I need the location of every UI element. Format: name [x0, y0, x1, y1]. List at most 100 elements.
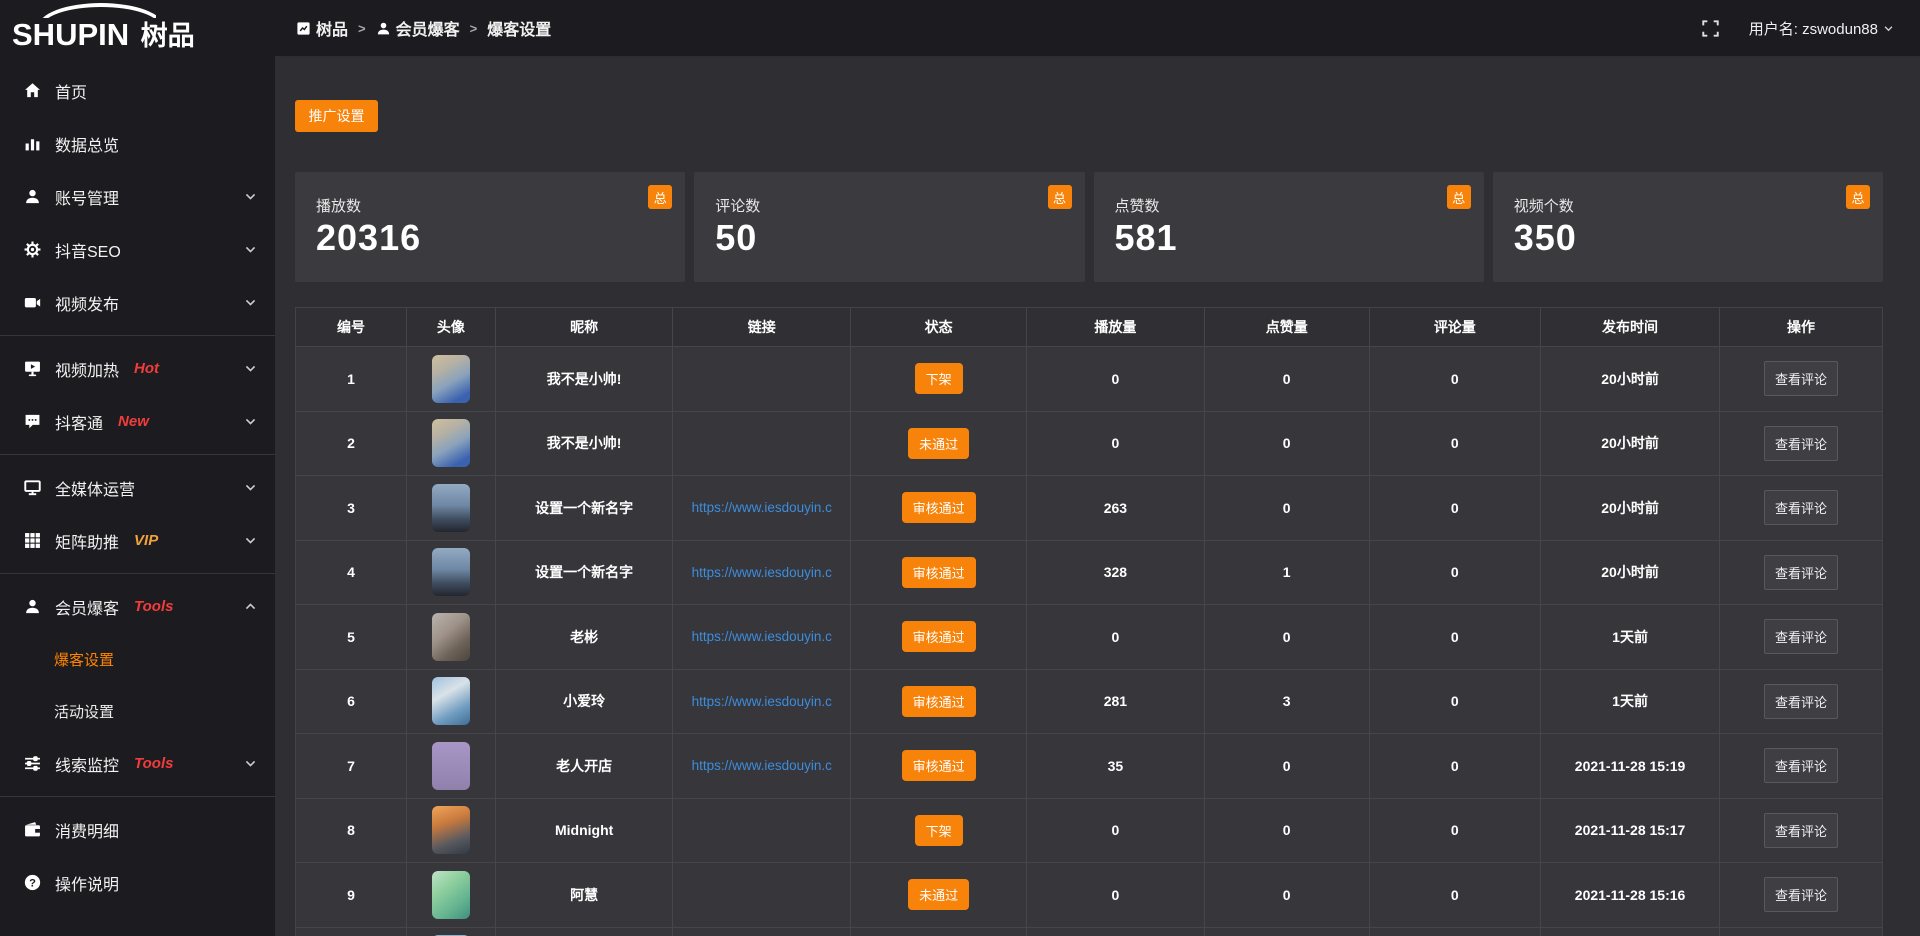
cell-avatar — [407, 863, 496, 927]
cell-nickname: 设置一个新名字 — [496, 541, 674, 605]
cell-avatar — [407, 476, 496, 540]
view-comments-button[interactable]: 查看评论 — [1764, 748, 1838, 783]
fullscreen-icon[interactable] — [1702, 20, 1719, 37]
username-menu[interactable]: 用户名: zswodun88 — [1749, 18, 1894, 39]
total-badge: 总 — [1048, 185, 1072, 209]
view-comments-button[interactable]: 查看评论 — [1764, 619, 1838, 654]
avatar — [432, 355, 470, 403]
stat-card-value: 20316 — [316, 217, 665, 259]
sidebar-item-clue-monitor[interactable]: 线索监控Tools — [0, 737, 275, 790]
video-link[interactable]: https://www.iesdouyin.c — [677, 694, 846, 709]
video-link[interactable]: https://www.iesdouyin.c — [677, 758, 846, 773]
cell-action: 查看评论 — [1720, 476, 1882, 540]
cell-time — [1541, 928, 1720, 936]
view-comments-button[interactable]: 查看评论 — [1764, 426, 1838, 461]
chevron-down-icon — [244, 415, 257, 428]
cell-time: 20小时前 — [1541, 412, 1720, 476]
cell-time: 1天前 — [1541, 605, 1720, 669]
table-row: 9阿慧未通过0002021-11-28 15:16查看评论 — [296, 862, 1882, 927]
breadcrumb-item-1[interactable]: 树品 — [296, 16, 348, 40]
cell-likes: 0 — [1205, 476, 1370, 540]
table-row: 1我不是小帅!下架00020小时前查看评论 — [296, 346, 1882, 411]
sidebar-divider — [0, 335, 275, 336]
column-header-avatar: 头像 — [407, 308, 496, 346]
cell-nickname: Midnight — [496, 799, 674, 863]
sidebar-item-operation-guide[interactable]: 操作说明 — [0, 856, 275, 909]
sidebar-item-all-media-operation[interactable]: 全媒体运营 — [0, 461, 275, 514]
cell-comments: 0 — [1370, 670, 1541, 734]
sidebar-item-matrix-boost[interactable]: 矩阵助推VIP — [0, 514, 275, 567]
cell-comments — [1370, 928, 1541, 936]
cell-id: 9 — [296, 863, 407, 927]
cell-link: https://www.iesdouyin.c — [673, 605, 851, 669]
logo-text-cn: 树品 — [141, 21, 195, 51]
breadcrumb-item-2[interactable]: 会员爆客 — [376, 16, 460, 40]
cell-time: 2021-11-28 15:16 — [1541, 863, 1720, 927]
cell-avatar — [407, 605, 496, 669]
breadcrumb-label: 会员爆客 — [396, 16, 460, 40]
question-icon — [24, 874, 41, 891]
stat-card-value: 50 — [715, 217, 1064, 259]
video-link[interactable]: https://www.iesdouyin.c — [677, 565, 846, 580]
sidebar-subitem-activity-settings[interactable]: 活动设置 — [0, 685, 275, 737]
chevron-down-icon — [244, 362, 257, 375]
avatar — [432, 806, 470, 854]
sidebar-item-douketong[interactable]: 抖客通New — [0, 395, 275, 448]
cell-id: 3 — [296, 476, 407, 540]
sidebar-item-data-overview[interactable]: 数据总览 — [0, 117, 275, 170]
chevron-down-icon — [244, 481, 257, 494]
topbar: 树品>会员爆客>爆客设置 用户名: zswodun88 — [275, 0, 1920, 57]
cell-action: 查看评论 — [1720, 541, 1882, 605]
monitor-icon — [24, 479, 41, 496]
chart-icon — [24, 135, 41, 152]
cell-link — [673, 799, 851, 863]
sidebar-item-video-publish[interactable]: 视频发布 — [0, 276, 275, 329]
cell-plays: 0 — [1027, 347, 1205, 411]
avatar — [432, 742, 470, 790]
cell-comments: 0 — [1370, 347, 1541, 411]
sidebar-divider — [0, 796, 275, 797]
username-label: 用户名: zswodun88 — [1749, 18, 1878, 39]
cell-time: 20小时前 — [1541, 541, 1720, 605]
sidebar: SHUPIN 树品 首页数据总览账号管理抖音SEO视频发布视频加热Hot抖客通N… — [0, 0, 275, 936]
cell-status: 审核通过 — [851, 734, 1027, 798]
video-link[interactable]: https://www.iesdouyin.c — [677, 629, 846, 644]
breadcrumb-item-3[interactable]: 爆客设置 — [487, 16, 551, 40]
view-comments-button[interactable]: 查看评论 — [1764, 813, 1838, 848]
sidebar-item-tag: Tools — [134, 598, 173, 615]
sidebar-item-video-heating[interactable]: 视频加热Hot — [0, 342, 275, 395]
cell-status: 未通过 — [851, 412, 1027, 476]
home-icon — [24, 82, 41, 99]
avatar — [432, 613, 470, 661]
sidebar-item-account-management[interactable]: 账号管理 — [0, 170, 275, 223]
promotion-settings-button[interactable]: 推广设置 — [295, 100, 378, 132]
view-comments-button[interactable]: 查看评论 — [1764, 555, 1838, 590]
sidebar-item-home[interactable]: 首页 — [0, 64, 275, 117]
column-header-action: 操作 — [1720, 308, 1882, 346]
view-comments-button[interactable]: 查看评论 — [1764, 490, 1838, 525]
cell-likes: 1 — [1205, 541, 1370, 605]
sliders-icon — [24, 755, 41, 772]
sidebar-item-member-baoke[interactable]: 会员爆客Tools — [0, 580, 275, 633]
cell-id: 6 — [296, 670, 407, 734]
stat-card-value: 581 — [1115, 217, 1464, 259]
view-comments-button[interactable]: 查看评论 — [1764, 361, 1838, 396]
sidebar-subitem-baoke-settings[interactable]: 爆客设置 — [0, 633, 275, 685]
cell-status: 审核通过 — [851, 541, 1027, 605]
cell-id: 2 — [296, 412, 407, 476]
status-badge: 下架 — [915, 815, 963, 846]
sidebar-item-douyin-seo[interactable]: 抖音SEO — [0, 223, 275, 276]
main-content: 推广设置 播放数20316总评论数50总点赞数581总视频个数350总 编号头像… — [275, 57, 1920, 936]
cell-time: 20小时前 — [1541, 476, 1720, 540]
sidebar-item-label: 账号管理 — [55, 185, 119, 209]
total-badge: 总 — [1846, 185, 1870, 209]
chevron-up-icon — [244, 600, 257, 613]
user-icon — [24, 188, 41, 205]
view-comments-button[interactable]: 查看评论 — [1764, 877, 1838, 912]
cell-action: 查看评论 — [1720, 863, 1882, 927]
view-comments-button[interactable]: 查看评论 — [1764, 684, 1838, 719]
video-link[interactable]: https://www.iesdouyin.c — [677, 500, 846, 515]
cell-link — [673, 347, 851, 411]
sidebar-item-consumption-detail[interactable]: 消费明细 — [0, 803, 275, 856]
cell-avatar — [407, 541, 496, 605]
